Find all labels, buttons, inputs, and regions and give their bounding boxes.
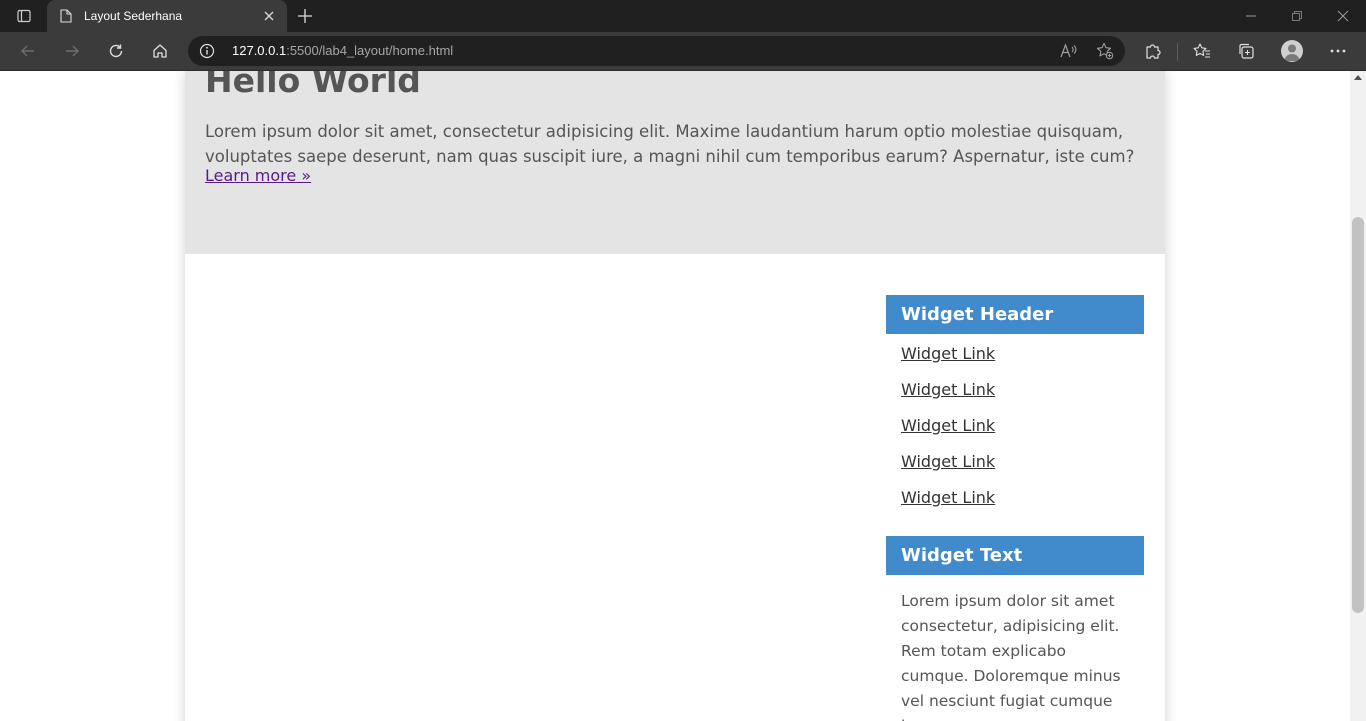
page-icon bbox=[59, 9, 73, 23]
hero-text: Lorem ipsum dolor sit amet, consectetur … bbox=[205, 122, 1135, 166]
back-icon[interactable] bbox=[12, 36, 44, 66]
sidebar: Widget Header Widget Link Widget Link Wi… bbox=[886, 295, 1144, 721]
close-tab-icon[interactable] bbox=[261, 8, 277, 24]
read-aloud-icon[interactable] bbox=[1058, 40, 1080, 62]
widget-text-header: Widget Text bbox=[886, 536, 1144, 575]
widget-link[interactable]: Widget Link bbox=[886, 444, 1144, 480]
page-scrollbar[interactable] bbox=[1350, 71, 1366, 721]
hero-section: Hello World Lorem ipsum dolor sit amet, … bbox=[185, 71, 1165, 254]
collections-icon[interactable] bbox=[1230, 36, 1262, 66]
address-bar[interactable]: 127.0.0.1:5500/lab4_layout/home.html bbox=[188, 36, 1125, 66]
widget-link[interactable]: Widget Link bbox=[886, 336, 1144, 372]
new-tab-icon[interactable] bbox=[293, 4, 317, 28]
add-favorite-icon[interactable] bbox=[1094, 40, 1116, 62]
favorites-icon[interactable] bbox=[1186, 36, 1218, 66]
address-url[interactable]: 127.0.0.1:5500/lab4_layout/home.html bbox=[232, 43, 453, 58]
scrollbar-thumb[interactable] bbox=[1352, 217, 1364, 613]
widget-link[interactable]: Widget Link bbox=[886, 408, 1144, 444]
tab-bar: Layout Sederhana bbox=[0, 0, 1366, 32]
learn-more-link[interactable]: Learn more » bbox=[205, 166, 311, 185]
extensions-icon[interactable] bbox=[1137, 36, 1169, 66]
restore-icon[interactable] bbox=[1274, 0, 1320, 32]
widget-link-list: Widget Link Widget Link Widget Link Widg… bbox=[886, 334, 1144, 516]
widget-header: Widget Header bbox=[886, 295, 1144, 334]
tab-actions-icon[interactable] bbox=[8, 4, 40, 28]
close-window-icon[interactable] bbox=[1320, 0, 1366, 32]
hero-title: Hello World bbox=[205, 71, 421, 100]
address-host: 127.0.0.1 bbox=[232, 43, 287, 58]
toolbar-divider bbox=[1177, 43, 1178, 61]
profile-avatar-icon[interactable] bbox=[1281, 40, 1303, 62]
home-icon[interactable] bbox=[144, 36, 176, 66]
site-info-icon[interactable] bbox=[198, 42, 216, 60]
widget-link[interactable]: Widget Link bbox=[886, 372, 1144, 408]
tab-title: Layout Sederhana bbox=[84, 9, 183, 23]
scroll-up-arrow-icon[interactable] bbox=[1354, 75, 1362, 80]
address-path: :5500/lab4_layout/home.html bbox=[286, 43, 454, 58]
widget-text: Lorem ipsum dolor sit amet consectetur, … bbox=[901, 592, 1121, 721]
widget-link[interactable]: Widget Link bbox=[886, 480, 1144, 516]
browser-tab[interactable]: Layout Sederhana bbox=[47, 0, 287, 32]
page-viewport: Hello World Lorem ipsum dolor sit amet, … bbox=[0, 71, 1350, 721]
more-options-icon[interactable] bbox=[1322, 36, 1354, 66]
refresh-icon[interactable] bbox=[100, 36, 132, 66]
minimize-icon[interactable] bbox=[1228, 0, 1274, 32]
browser-toolbar: 127.0.0.1:5500/lab4_layout/home.html bbox=[0, 32, 1366, 71]
forward-icon[interactable] bbox=[56, 36, 88, 66]
page-container: Hello World Lorem ipsum dolor sit amet, … bbox=[185, 71, 1165, 721]
